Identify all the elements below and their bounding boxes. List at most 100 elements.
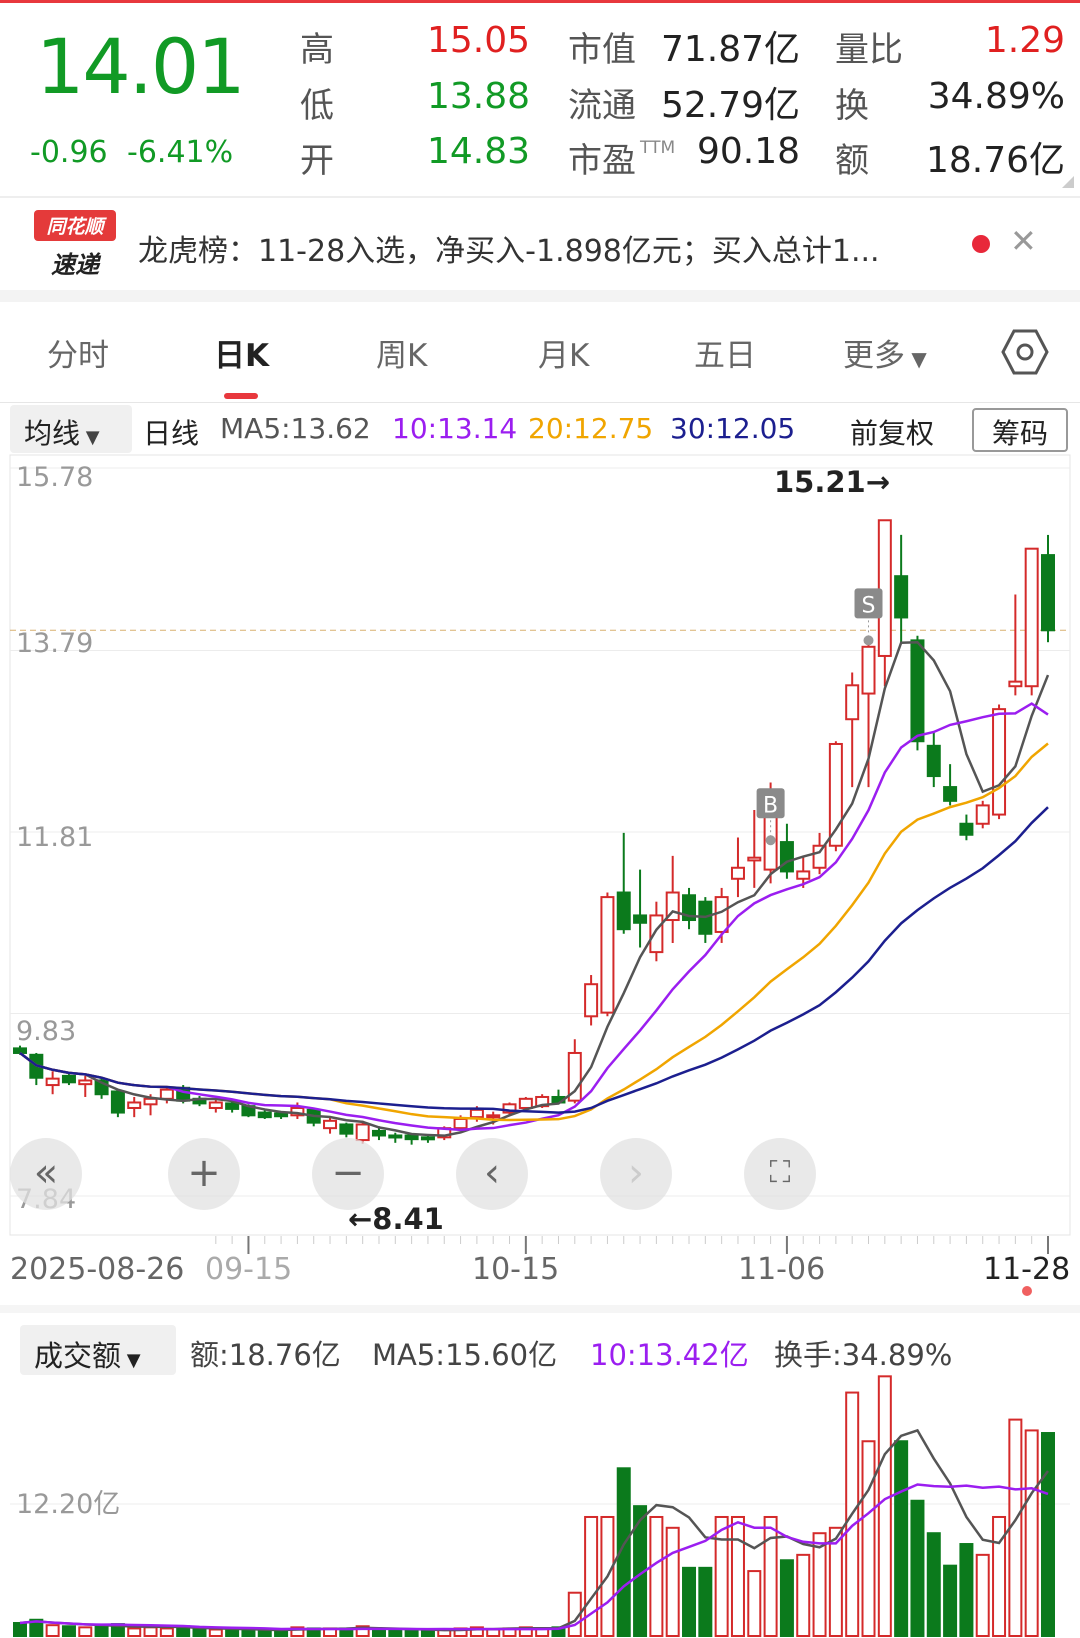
date-tick: 2025-08-26 bbox=[10, 1252, 185, 1287]
volume-bar bbox=[159, 1627, 174, 1638]
trade-marker-dot bbox=[765, 835, 776, 846]
candle-body bbox=[339, 1123, 354, 1135]
volume-bar bbox=[192, 1628, 207, 1637]
volume-bar bbox=[747, 1570, 762, 1637]
candle-body bbox=[453, 1117, 468, 1130]
volume-bar bbox=[910, 1499, 925, 1638]
candle-body bbox=[13, 1047, 27, 1054]
volume-bar bbox=[877, 1375, 892, 1637]
candle-body bbox=[404, 1134, 419, 1141]
candle-body bbox=[45, 1077, 60, 1087]
candle-body bbox=[910, 639, 925, 743]
candle-body bbox=[975, 804, 990, 825]
candle-body bbox=[1024, 547, 1039, 688]
scroll-to-start-button[interactable]: « bbox=[10, 1138, 82, 1210]
scroll-right-button[interactable]: › bbox=[600, 1138, 672, 1210]
candle-body bbox=[959, 822, 974, 836]
volume-bar bbox=[388, 1629, 403, 1638]
candle-body bbox=[714, 896, 729, 933]
high-annotation: 15.21→ bbox=[774, 465, 891, 499]
volume-bar bbox=[861, 1440, 876, 1637]
volume-selector-label: 成交额 bbox=[34, 1339, 122, 1373]
candle-body bbox=[796, 870, 811, 880]
volume-bar bbox=[143, 1626, 158, 1637]
candle-body bbox=[257, 1111, 272, 1119]
candle-body bbox=[355, 1123, 370, 1142]
fullscreen-button[interactable]: ⛶ bbox=[744, 1138, 816, 1210]
low-annotation: ←8.41 bbox=[348, 1202, 444, 1236]
volume-bar bbox=[730, 1515, 745, 1638]
candle-body bbox=[926, 744, 941, 778]
volume-bar bbox=[682, 1566, 697, 1637]
trade-marker-label: S bbox=[862, 593, 876, 618]
candle-body bbox=[812, 844, 827, 869]
zoom-in-button[interactable]: + bbox=[168, 1138, 240, 1210]
volume-bar bbox=[45, 1624, 60, 1637]
volume-bar bbox=[763, 1515, 778, 1638]
date-tick: 11-06 bbox=[738, 1252, 826, 1287]
candle-body bbox=[1008, 680, 1023, 688]
volume-bar bbox=[812, 1532, 827, 1638]
price-tick: 11.81 bbox=[16, 822, 94, 853]
ma10-line bbox=[19, 702, 1049, 1132]
volume-bar bbox=[584, 1515, 599, 1638]
volume-bar bbox=[992, 1515, 1007, 1638]
volume-bar bbox=[61, 1625, 76, 1638]
candle-body bbox=[649, 914, 664, 954]
volume-bar bbox=[371, 1628, 386, 1637]
today-dot-icon bbox=[1022, 1286, 1032, 1296]
kline-chart[interactable]: BS bbox=[0, 0, 1080, 1638]
volume-bar bbox=[404, 1629, 419, 1638]
candle-body bbox=[894, 575, 909, 619]
volume-tick: 12.20亿 bbox=[16, 1489, 121, 1520]
candle-body bbox=[584, 983, 599, 1018]
trade-marker-label: B bbox=[763, 793, 778, 818]
scroll-left-button[interactable]: ‹ bbox=[456, 1138, 528, 1210]
volume-bar bbox=[208, 1628, 223, 1637]
candle-body bbox=[992, 708, 1007, 816]
volume-bar bbox=[975, 1553, 990, 1637]
candle-body bbox=[143, 1097, 158, 1106]
price-tick: 15.78 bbox=[16, 462, 94, 493]
candle-body bbox=[943, 786, 958, 802]
candle-body bbox=[747, 856, 762, 862]
volume-bar bbox=[1024, 1429, 1039, 1638]
candle-body bbox=[371, 1129, 386, 1137]
candle-body bbox=[469, 1108, 484, 1119]
candle-body bbox=[616, 891, 631, 931]
candle-body bbox=[633, 914, 648, 924]
volume-ma10-line bbox=[19, 1483, 1049, 1631]
volume-bar bbox=[78, 1626, 93, 1637]
candle-body bbox=[225, 1102, 240, 1110]
candle-body bbox=[159, 1088, 174, 1100]
volume-ma5: MA5:15.60亿 bbox=[372, 1338, 558, 1372]
price-tick: 9.83 bbox=[16, 1016, 77, 1047]
candle-body bbox=[388, 1134, 403, 1139]
candle-body bbox=[274, 1112, 289, 1118]
date-tick: 11-28 bbox=[983, 1252, 1071, 1287]
volume-bar bbox=[420, 1629, 435, 1638]
candle-body bbox=[78, 1079, 93, 1086]
ma30-line bbox=[19, 806, 1049, 1114]
candle-body bbox=[110, 1090, 125, 1114]
ma5-line bbox=[19, 640, 1050, 1137]
candle-body bbox=[1041, 554, 1055, 632]
candle-body bbox=[779, 841, 794, 873]
divider-band bbox=[0, 1305, 1080, 1313]
candle-body bbox=[127, 1101, 142, 1109]
volume-bar bbox=[1041, 1432, 1055, 1637]
volume-bar bbox=[225, 1629, 240, 1638]
volume-turnover: 换手:34.89% bbox=[774, 1338, 953, 1372]
candle-body bbox=[208, 1101, 223, 1109]
volume-bar bbox=[13, 1622, 27, 1637]
volume-bar bbox=[274, 1629, 289, 1638]
candle-body bbox=[861, 645, 876, 695]
volume-bar bbox=[943, 1564, 958, 1637]
volume-bar bbox=[796, 1553, 811, 1637]
candle-body bbox=[877, 519, 892, 657]
zoom-out-button[interactable]: − bbox=[312, 1138, 384, 1210]
volume-bar bbox=[486, 1628, 501, 1637]
volume-bar bbox=[894, 1440, 909, 1637]
candle-body bbox=[518, 1097, 533, 1109]
volume-selector-dropdown[interactable]: 成交额 ▼ bbox=[20, 1325, 176, 1375]
